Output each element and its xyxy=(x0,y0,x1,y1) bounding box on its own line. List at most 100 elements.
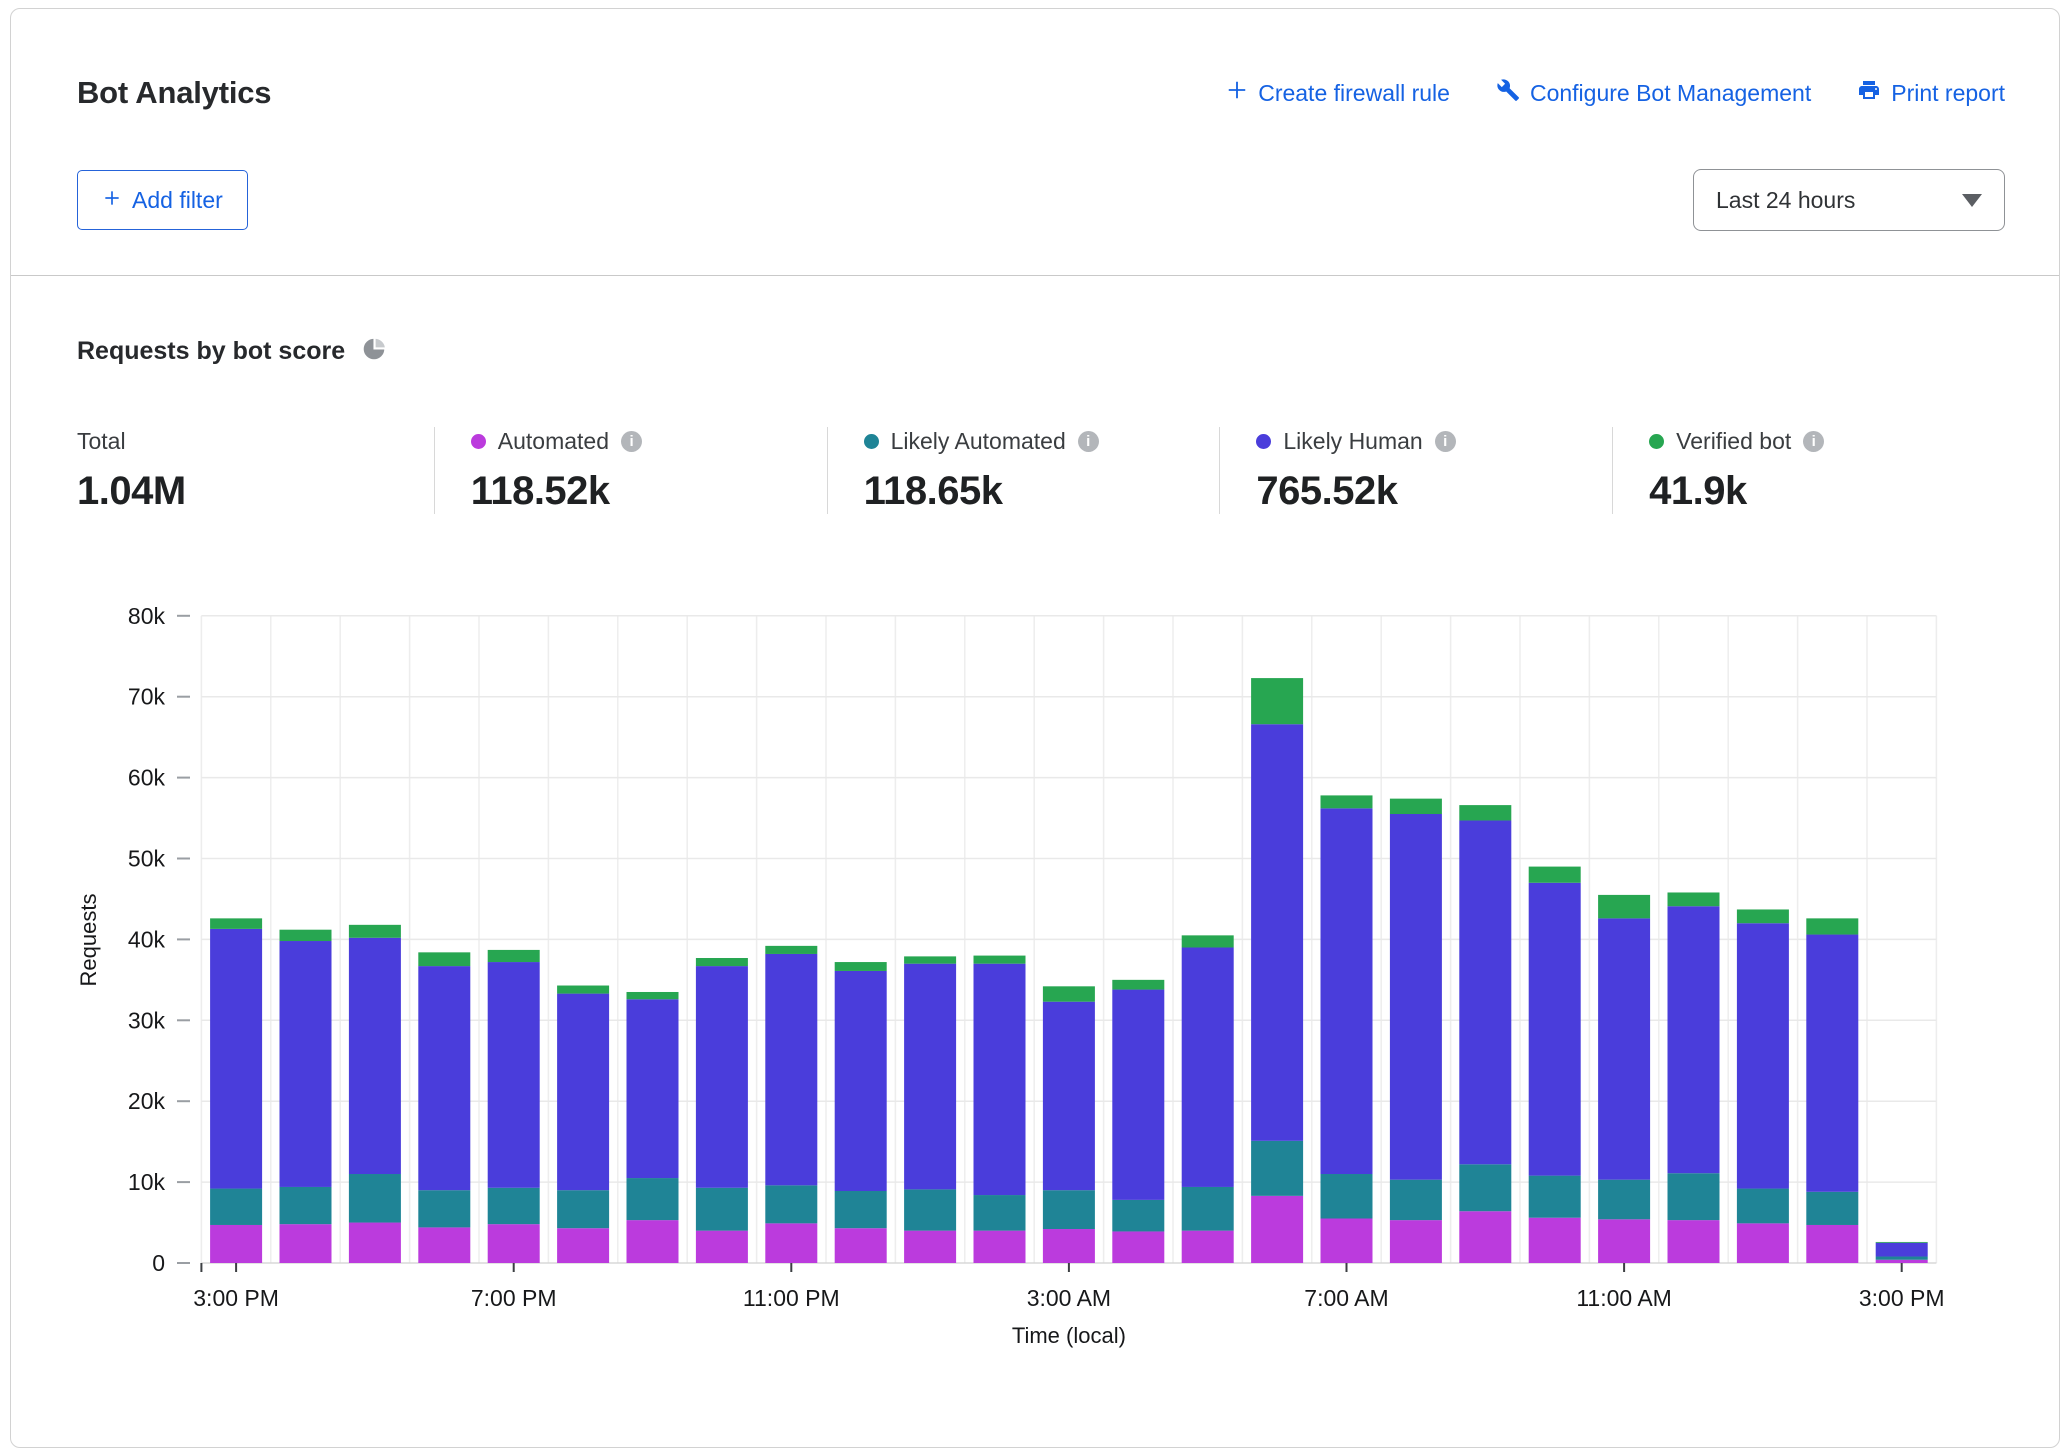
bar-segment-verified-bot[interactable] xyxy=(1182,935,1234,947)
bar-segment-verified-bot[interactable] xyxy=(1529,867,1581,883)
bar-segment-likely-human[interactable] xyxy=(1459,820,1511,1164)
bar-segment-automated[interactable] xyxy=(1251,1196,1303,1263)
bar-segment-likely-automated[interactable] xyxy=(835,1191,887,1228)
bar-segment-likely-automated[interactable] xyxy=(1737,1189,1789,1224)
bar-segment-verified-bot[interactable] xyxy=(835,962,887,971)
bar-segment-likely-automated[interactable] xyxy=(1668,1173,1720,1220)
bar-segment-automated[interactable] xyxy=(1737,1223,1789,1263)
bar-segment-likely-automated[interactable] xyxy=(1529,1176,1581,1218)
bar-segment-automated[interactable] xyxy=(1598,1219,1650,1263)
bar-segment-likely-automated[interactable] xyxy=(1182,1187,1234,1231)
bar-segment-likely-human[interactable] xyxy=(557,994,609,1191)
bar-segment-verified-bot[interactable] xyxy=(280,930,332,941)
bar-segment-likely-human[interactable] xyxy=(627,999,679,1178)
bar-segment-automated[interactable] xyxy=(974,1231,1026,1263)
bar-segment-likely-human[interactable] xyxy=(1876,1243,1928,1257)
bar-segment-automated[interactable] xyxy=(488,1224,540,1263)
bar-segment-automated[interactable] xyxy=(1182,1231,1234,1263)
create-firewall-rule-link[interactable]: Create firewall rule xyxy=(1226,79,1450,107)
bar-segment-likely-automated[interactable] xyxy=(1043,1190,1095,1229)
bar-segment-verified-bot[interactable] xyxy=(1876,1242,1928,1243)
bar-segment-automated[interactable] xyxy=(765,1223,817,1263)
bar-segment-likely-human[interactable] xyxy=(835,971,887,1191)
bar-segment-automated[interactable] xyxy=(1390,1220,1442,1263)
bar-segment-likely-automated[interactable] xyxy=(1459,1164,1511,1211)
bar-segment-likely-human[interactable] xyxy=(1806,935,1858,1192)
info-icon[interactable]: i xyxy=(1078,431,1099,452)
bar-segment-likely-human[interactable] xyxy=(765,954,817,1185)
configure-bot-management-link[interactable]: Configure Bot Management xyxy=(1496,78,1811,108)
bar-segment-likely-human[interactable] xyxy=(488,962,540,1188)
bar-segment-verified-bot[interactable] xyxy=(349,925,401,938)
info-icon[interactable]: i xyxy=(621,431,642,452)
bar-segment-likely-human[interactable] xyxy=(418,966,470,1190)
time-range-select[interactable]: Last 24 hours xyxy=(1693,169,2005,231)
bar-segment-likely-automated[interactable] xyxy=(418,1190,470,1227)
bar-segment-likely-human[interactable] xyxy=(696,966,748,1188)
bar-segment-verified-bot[interactable] xyxy=(627,992,679,999)
bar-segment-verified-bot[interactable] xyxy=(1112,980,1164,990)
bar-segment-likely-human[interactable] xyxy=(974,964,1026,1195)
bar-segment-automated[interactable] xyxy=(1529,1218,1581,1263)
bar-segment-likely-automated[interactable] xyxy=(904,1189,956,1230)
bar-segment-likely-automated[interactable] xyxy=(1112,1200,1164,1232)
bar-segment-likely-human[interactable] xyxy=(1182,947,1234,1186)
bar-segment-automated[interactable] xyxy=(696,1231,748,1263)
bar-segment-verified-bot[interactable] xyxy=(696,958,748,966)
bar-segment-verified-bot[interactable] xyxy=(904,956,956,963)
bar-segment-likely-automated[interactable] xyxy=(557,1190,609,1228)
bar-segment-likely-automated[interactable] xyxy=(1806,1192,1858,1225)
bar-segment-likely-human[interactable] xyxy=(280,941,332,1187)
bar-segment-verified-bot[interactable] xyxy=(1806,918,1858,934)
bar-segment-likely-human[interactable] xyxy=(1390,814,1442,1180)
bar-segment-verified-bot[interactable] xyxy=(418,952,470,966)
bar-segment-likely-automated[interactable] xyxy=(1321,1174,1373,1218)
bar-segment-automated[interactable] xyxy=(1459,1211,1511,1263)
bar-segment-verified-bot[interactable] xyxy=(1737,909,1789,923)
bar-segment-automated[interactable] xyxy=(349,1223,401,1263)
bar-segment-automated[interactable] xyxy=(1043,1229,1095,1263)
bar-segment-verified-bot[interactable] xyxy=(1043,986,1095,1001)
add-filter-button[interactable]: Add filter xyxy=(77,170,248,230)
bar-segment-likely-automated[interactable] xyxy=(765,1185,817,1223)
bar-segment-likely-human[interactable] xyxy=(1737,923,1789,1188)
bar-segment-automated[interactable] xyxy=(557,1228,609,1263)
bar-segment-automated[interactable] xyxy=(418,1227,470,1263)
bar-segment-likely-automated[interactable] xyxy=(627,1178,679,1220)
bar-segment-likely-human[interactable] xyxy=(1529,883,1581,1176)
bar-segment-verified-bot[interactable] xyxy=(974,956,1026,964)
bar-segment-likely-automated[interactable] xyxy=(488,1188,540,1224)
bar-segment-verified-bot[interactable] xyxy=(1459,805,1511,820)
bar-segment-automated[interactable] xyxy=(1321,1219,1373,1263)
bar-segment-automated[interactable] xyxy=(280,1224,332,1263)
bar-segment-automated[interactable] xyxy=(1806,1225,1858,1263)
info-icon[interactable]: i xyxy=(1435,431,1456,452)
bar-segment-automated[interactable] xyxy=(627,1220,679,1263)
bar-segment-likely-human[interactable] xyxy=(904,964,956,1190)
bar-segment-likely-automated[interactable] xyxy=(1390,1180,1442,1220)
bar-segment-likely-human[interactable] xyxy=(349,938,401,1174)
bar-segment-verified-bot[interactable] xyxy=(488,950,540,962)
bar-segment-likely-human[interactable] xyxy=(1043,1002,1095,1190)
bar-segment-verified-bot[interactable] xyxy=(1251,678,1303,724)
bar-segment-likely-automated[interactable] xyxy=(1876,1257,1928,1260)
bar-segment-verified-bot[interactable] xyxy=(1668,892,1720,906)
bar-segment-automated[interactable] xyxy=(210,1225,262,1263)
bar-segment-likely-automated[interactable] xyxy=(210,1189,262,1225)
bar-segment-likely-automated[interactable] xyxy=(1598,1180,1650,1220)
bar-segment-verified-bot[interactable] xyxy=(765,946,817,954)
bar-segment-likely-human[interactable] xyxy=(1668,906,1720,1173)
bar-segment-likely-human[interactable] xyxy=(1598,918,1650,1179)
bar-segment-automated[interactable] xyxy=(904,1231,956,1263)
bar-segment-verified-bot[interactable] xyxy=(557,986,609,994)
bar-segment-automated[interactable] xyxy=(1112,1231,1164,1263)
bar-segment-verified-bot[interactable] xyxy=(1321,795,1373,808)
bar-segment-likely-automated[interactable] xyxy=(280,1187,332,1224)
bar-segment-likely-automated[interactable] xyxy=(1251,1141,1303,1196)
bar-segment-likely-human[interactable] xyxy=(210,929,262,1189)
bar-segment-likely-human[interactable] xyxy=(1251,724,1303,1141)
bar-segment-automated[interactable] xyxy=(1876,1260,1928,1263)
bar-segment-automated[interactable] xyxy=(835,1228,887,1263)
bar-segment-likely-human[interactable] xyxy=(1112,990,1164,1200)
print-report-link[interactable]: Print report xyxy=(1857,78,2005,108)
